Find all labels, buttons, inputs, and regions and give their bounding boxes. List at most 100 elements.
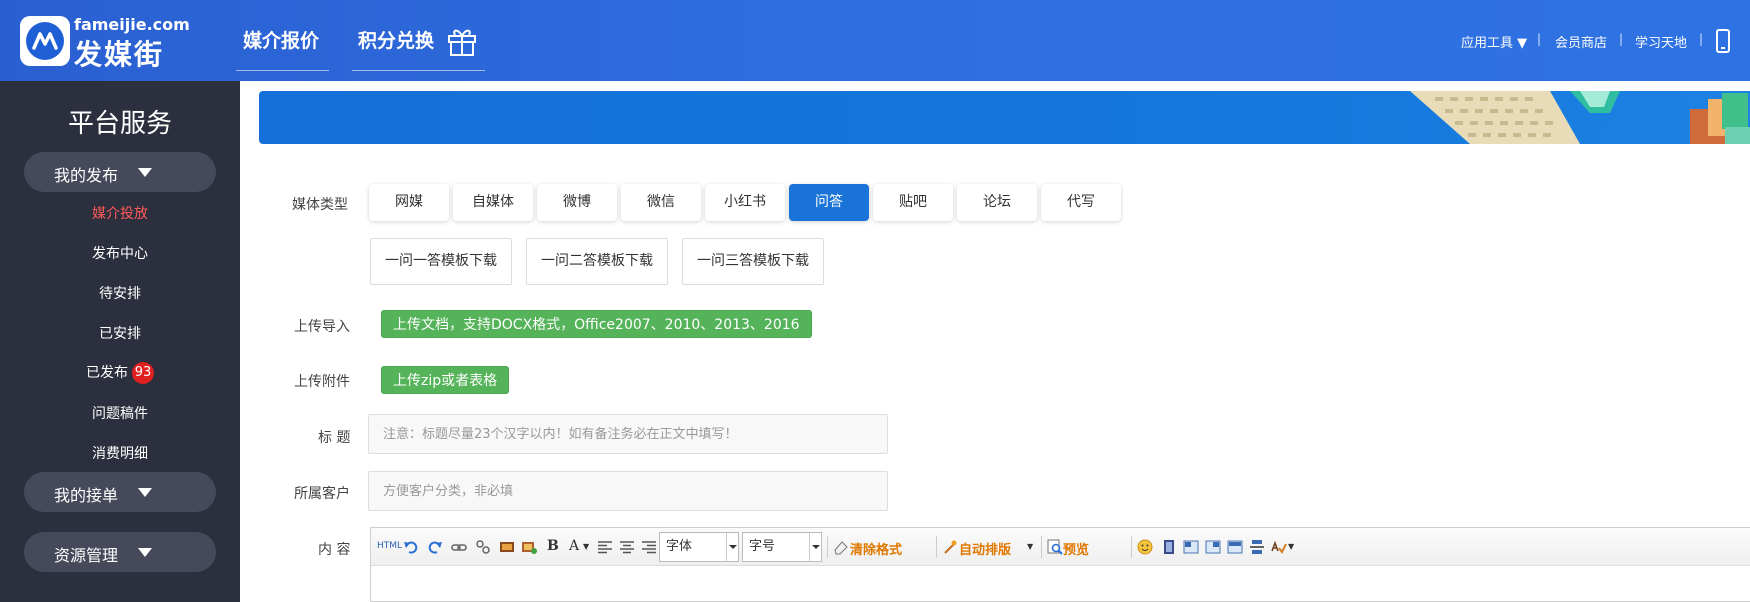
table-icon[interactable] <box>1183 539 1199 555</box>
insert-media-icon[interactable] <box>521 539 537 555</box>
sidebar-group-resource-management[interactable]: 资源管理 <box>24 532 216 572</box>
divider: | <box>1619 32 1624 46</box>
title-label: 标 题 <box>318 430 351 446</box>
align-left-icon[interactable] <box>597 539 613 555</box>
tab-tieba[interactable]: 贴吧 <box>873 184 953 221</box>
preview-icon[interactable] <box>1047 539 1063 555</box>
font-color-button[interactable]: A <box>569 538 579 556</box>
sidebar-group-my-orders[interactable]: 我的接单 <box>24 472 216 512</box>
toolbar-divider <box>827 536 828 558</box>
link-icon[interactable] <box>451 539 467 555</box>
align-center-icon[interactable] <box>619 539 635 555</box>
chevron-down-icon[interactable]: ▼ <box>1288 542 1294 560</box>
emoji-icon[interactable] <box>1137 539 1153 555</box>
nav-points-exchange[interactable]: 积分兑换 <box>358 26 434 53</box>
preview-button[interactable]: 预览 <box>1063 539 1089 558</box>
download-template-1q1a-button[interactable]: 一问一答模板下载 <box>370 238 512 285</box>
unlink-icon[interactable] <box>475 539 491 555</box>
client-label: 所属客户 <box>294 486 350 502</box>
sidebar-group-label: 我的接单 <box>54 486 119 505</box>
tab-self-media[interactable]: 自媒体 <box>453 184 533 221</box>
learning-link[interactable]: 学习天地 <box>1635 32 1687 51</box>
brand-domain: fameijie.com <box>74 15 190 34</box>
upload-document-button[interactable]: 上传文档，支持DOCX格式，Office2007、2010、2013、2016 <box>381 310 812 338</box>
keyboard-illustration <box>1410 91 1750 144</box>
spellcheck-icon[interactable] <box>1271 539 1287 555</box>
columns-icon[interactable] <box>1227 539 1243 555</box>
mobile-icon[interactable] <box>1716 29 1730 53</box>
font-size-value: 字号 <box>749 539 776 554</box>
chevron-down-icon <box>726 533 738 561</box>
upload-attachment-label: 上传附件 <box>294 374 350 390</box>
sidebar-item-expense-details[interactable]: 消费明细 <box>0 443 240 463</box>
sidebar-item-publish-center[interactable]: 发布中心 <box>0 243 240 263</box>
video-icon[interactable] <box>1161 539 1177 555</box>
auto-layout-button[interactable]: 自动排版 <box>959 539 1011 558</box>
gift-icon <box>448 29 476 56</box>
editor-toolbar: HTML B A ▼ 字体 字号 清除格式 自动排版 ▼ 预览 ▼ <box>371 528 1750 566</box>
upload-zip-button[interactable]: 上传zip或者表格 <box>381 366 510 394</box>
toolbar-divider <box>1131 536 1132 558</box>
sidebar-item-arranged[interactable]: 已安排 <box>0 323 240 343</box>
sidebar-item-pending[interactable]: 待安排 <box>0 283 240 303</box>
published-count-badge: 93 <box>132 362 154 384</box>
sidebar-item-published[interactable]: 已发布 93 <box>0 362 240 384</box>
sidebar-item-label: 已发布 <box>86 365 128 381</box>
undo-icon[interactable] <box>403 539 419 555</box>
title-input[interactable] <box>383 415 887 453</box>
nav-underline <box>236 70 329 71</box>
sidebar-group-label: 资源管理 <box>54 546 119 565</box>
html-source-button[interactable]: HTML <box>377 541 402 559</box>
nav-underline <box>352 70 485 71</box>
layout-icon[interactable] <box>1205 539 1221 555</box>
tab-ghostwriting[interactable]: 代写 <box>1041 184 1121 221</box>
divider: | <box>1537 32 1542 46</box>
sidebar-group-label: 我的发布 <box>54 166 119 185</box>
download-template-1q2a-button[interactable]: 一问二答模板下载 <box>526 238 668 285</box>
member-shop-link[interactable]: 会员商店 <box>1555 32 1607 51</box>
horizontal-rule-icon[interactable] <box>1249 539 1265 555</box>
bold-button[interactable]: B <box>547 538 559 556</box>
content-label: 内 容 <box>318 542 351 558</box>
font-size-select[interactable]: 字号 <box>742 532 822 562</box>
tab-forum[interactable]: 论坛 <box>957 184 1037 221</box>
magic-wand-icon[interactable] <box>942 539 958 555</box>
redo-icon[interactable] <box>427 539 443 555</box>
toolbar-divider <box>936 536 937 558</box>
clear-format-button[interactable]: 清除格式 <box>850 539 902 558</box>
client-input[interactable] <box>383 472 887 510</box>
tab-web-media[interactable]: 网媒 <box>369 184 449 221</box>
chevron-down-icon[interactable]: ▼ <box>1027 542 1033 560</box>
tab-wechat[interactable]: 微信 <box>621 184 701 221</box>
caret-down-icon <box>138 168 152 177</box>
tab-weibo[interactable]: 微博 <box>537 184 617 221</box>
chevron-down-icon <box>809 533 821 561</box>
sidebar-item-problem-drafts[interactable]: 问题稿件 <box>0 403 240 423</box>
chevron-down-icon[interactable]: ▼ <box>583 542 589 560</box>
font-family-select[interactable]: 字体 <box>659 532 739 562</box>
sidebar-item-media-placement[interactable]: 媒介投放 <box>0 203 240 223</box>
logo-icon <box>26 22 64 60</box>
app-tools-menu[interactable]: 应用工具 ▼ <box>1461 32 1527 51</box>
divider: | <box>1699 32 1704 46</box>
download-template-1q3a-button[interactable]: 一问三答模板下载 <box>682 238 824 285</box>
sidebar-title: 平台服务 <box>67 109 172 139</box>
align-right-icon[interactable] <box>641 539 657 555</box>
eraser-icon[interactable] <box>833 539 849 555</box>
caret-down-icon <box>138 488 152 497</box>
tab-qa[interactable]: 问答 <box>789 184 869 221</box>
nav-media-quote[interactable]: 媒介报价 <box>243 26 319 53</box>
toolbar-divider <box>1041 536 1042 558</box>
caret-down-icon <box>138 548 152 557</box>
image-icon[interactable] <box>499 539 515 555</box>
tab-xiaohongshu[interactable]: 小红书 <box>705 184 785 221</box>
media-type-label: 媒体类型 <box>292 197 348 213</box>
upload-import-label: 上传导入 <box>294 319 350 335</box>
logo[interactable] <box>20 16 70 66</box>
sidebar-group-my-publish[interactable]: 我的发布 <box>24 152 216 192</box>
sidebar: 平台服务 我的发布 媒介投放 发布中心 待安排 已安排 已发布 93 问题稿件 消… <box>0 81 240 602</box>
top-header: fameijie.com 发媒街 媒介报价 积分兑换 应用工具 ▼ | 会员商店… <box>0 0 1750 81</box>
font-family-value: 字体 <box>666 539 693 554</box>
rich-text-editor[interactable]: HTML B A ▼ 字体 字号 清除格式 自动排版 ▼ 预览 ▼ <box>370 527 1750 602</box>
top-banner <box>259 91 1750 144</box>
